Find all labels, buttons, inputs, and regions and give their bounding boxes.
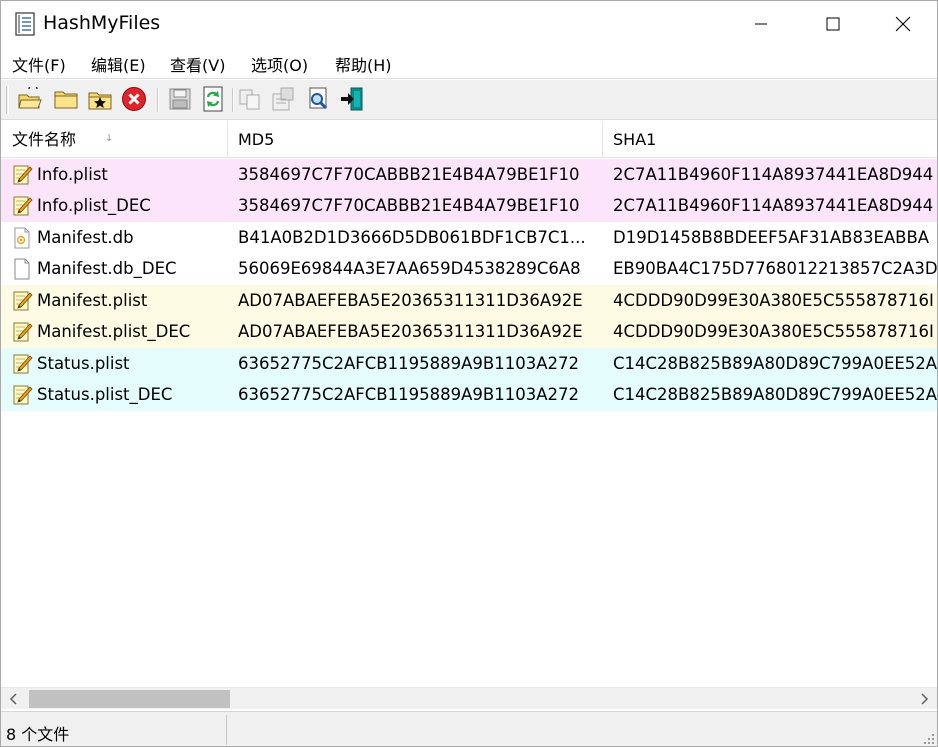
- database-file-icon: [14, 227, 30, 248]
- cell-sha1: C14C28B825B89A80D89C799A0EE52A: [613, 385, 937, 404]
- cell-filename: Info.plist_DEC: [37, 196, 151, 215]
- cell-sha1: 4CDDD90D99E30A380E5C555878716I: [613, 322, 934, 341]
- pencil-document-icon: [13, 322, 33, 342]
- menu-file[interactable]: 文件(F): [12, 52, 66, 76]
- exit-button[interactable]: [338, 85, 366, 113]
- toolbar-grip: [6, 86, 9, 114]
- pencil-document-icon: [13, 291, 33, 310]
- menu-edit[interactable]: 编辑(E): [91, 52, 146, 76]
- cell-filename: Manifest.db: [37, 227, 134, 247]
- cell-filename: Manifest.plist: [37, 290, 148, 310]
- chevron-left-icon: [9, 693, 17, 705]
- pencil-document-icon: [13, 165, 33, 184]
- open-files-icon: [18, 87, 42, 109]
- toolbar-separator: [157, 88, 159, 112]
- open-folder-button[interactable]: [52, 85, 80, 113]
- save-button[interactable]: [166, 85, 194, 113]
- column-divider[interactable]: [227, 121, 228, 158]
- close-icon: [895, 16, 911, 32]
- table-row[interactable]: Info.plist 3584697C7F70CABBB21E4B4A79BE1F…: [1, 158, 937, 190]
- cell-md5: 3584697C7F70CABBB21E4B4A79BE1F10: [238, 164, 580, 184]
- refresh-icon: [203, 86, 223, 112]
- minimize-button[interactable]: [725, 1, 797, 47]
- find-icon: [309, 87, 328, 110]
- pencil-document-icon: [13, 385, 33, 405]
- table-row[interactable]: Status.plist 63652775C2AFCB1195889A9B1103…: [1, 347, 937, 379]
- copy-button[interactable]: [236, 85, 264, 113]
- menu-help[interactable]: 帮助(H): [335, 52, 392, 76]
- refresh-button[interactable]: [199, 85, 227, 113]
- scroll-right-button[interactable]: [911, 688, 937, 710]
- cell-filename: Status.plist_DEC: [37, 385, 173, 404]
- close-button[interactable]: [867, 1, 937, 47]
- add-folder-icon: [88, 92, 112, 110]
- add-folder-button[interactable]: [86, 85, 114, 113]
- app-icon: [15, 12, 35, 36]
- properties-icon: [272, 87, 294, 111]
- table-row[interactable]: Info.plist_DEC 3584697C7F70CABBB21E4B4A79…: [1, 190, 937, 222]
- table-row[interactable]: Status.plist_DEC 63652775C2AFCB1195889A9B…: [1, 379, 937, 411]
- app-window: HashMyFiles 文件(F) 编辑(E) 查看(V) 选项(O) 帮助(H…: [0, 0, 938, 747]
- column-header-filename[interactable]: 文件名称: [12, 121, 222, 158]
- open-files-button[interactable]: [16, 85, 44, 113]
- pencil-document-icon: [13, 196, 33, 216]
- menu-options[interactable]: 选项(O): [251, 52, 308, 76]
- cell-md5: 63652775C2AFCB1195889A9B1103A272: [238, 385, 579, 404]
- column-header-md5[interactable]: MD5: [238, 121, 598, 158]
- chevron-right-icon: [921, 693, 929, 705]
- status-bar: 8 个文件: [1, 711, 937, 746]
- sort-arrow-icon: ↓: [105, 133, 114, 144]
- save-icon: [169, 88, 191, 110]
- maximize-button[interactable]: [797, 1, 869, 47]
- cell-md5: B41A0B2D1D3666D5DB061BDF1CB7C1...: [238, 227, 586, 247]
- horizontal-scrollbar[interactable]: [1, 687, 937, 709]
- blank-file-icon: [14, 258, 30, 280]
- title-bar[interactable]: HashMyFiles: [1, 1, 937, 47]
- cell-sha1: 2C7A11B4960F114A8937441EA8D944: [613, 164, 934, 184]
- cell-sha1: 4CDDD90D99E30A380E5C555878716I: [613, 290, 934, 310]
- scroll-left-button[interactable]: [1, 688, 27, 710]
- delete-icon: [122, 87, 146, 111]
- table-row[interactable]: Manifest.db B41A0B2D1D3666D5DB061BDF1CB7C…: [1, 221, 937, 253]
- scroll-thumb[interactable]: [29, 690, 230, 708]
- cell-md5: 63652775C2AFCB1195889A9B1103A272: [238, 353, 579, 373]
- cell-md5: 56069E69844A3E7AA659D4538289C6A8: [238, 259, 581, 278]
- menu-bar: 文件(F) 编辑(E) 查看(V) 选项(O) 帮助(H): [1, 47, 937, 79]
- cell-md5: 3584697C7F70CABBB21E4B4A79BE1F10: [238, 196, 580, 215]
- exit-icon: [341, 87, 363, 111]
- cell-sha1: C14C28B825B89A80D89C799A0EE52A: [613, 353, 937, 373]
- toolbar-separator: [232, 88, 234, 112]
- list-header: 文件名称 ↓ MD5 SHA1: [1, 121, 937, 158]
- status-file-count: 8 个文件: [6, 725, 70, 744]
- maximize-icon: [826, 17, 840, 31]
- table-row[interactable]: Manifest.plist AD07ABAEFEBA5E20365311311D…: [1, 284, 937, 316]
- table-row[interactable]: Manifest.db_DEC 56069E69844A3E7AA659D4538…: [1, 253, 937, 285]
- menu-view[interactable]: 查看(V): [170, 52, 225, 76]
- cell-md5: AD07ABAEFEBA5E20365311311D36A92E: [238, 322, 583, 341]
- copy-icon: [239, 89, 260, 110]
- cell-sha1: D19D1458B8BDEEF5AF31AB83EABBA: [613, 227, 930, 247]
- cell-md5: AD07ABAEFEBA5E20365311311D36A92E: [238, 290, 583, 310]
- cell-filename: Info.plist: [37, 164, 108, 184]
- column-header-sha1[interactable]: SHA1: [613, 121, 937, 158]
- table-row[interactable]: Manifest.plist_DEC AD07ABAEFEBA5E20365311…: [1, 316, 937, 348]
- cell-sha1: EB90BA4C175D7768012213857C2A3D: [613, 259, 937, 278]
- pencil-document-icon: [13, 354, 33, 373]
- delete-button[interactable]: [120, 85, 148, 113]
- cell-sha1: 2C7A11B4960F114A8937441EA8D944: [613, 196, 934, 215]
- cell-filename: Status.plist: [37, 353, 130, 373]
- open-folder-icon: [54, 91, 78, 109]
- window-title: HashMyFiles: [43, 12, 161, 34]
- resize-grip-icon[interactable]: [923, 733, 935, 745]
- minimize-icon: [755, 23, 767, 25]
- cell-filename: Manifest.db_DEC: [37, 259, 177, 278]
- properties-button[interactable]: [269, 85, 297, 113]
- cell-filename: Manifest.plist_DEC: [37, 322, 191, 341]
- toolbar: [1, 80, 937, 120]
- column-divider[interactable]: [602, 121, 603, 158]
- file-list[interactable]: 文件名称 ↓ MD5 SHA1 Info.plist 3584697C7F70CA…: [1, 121, 937, 687]
- find-button[interactable]: [304, 85, 332, 113]
